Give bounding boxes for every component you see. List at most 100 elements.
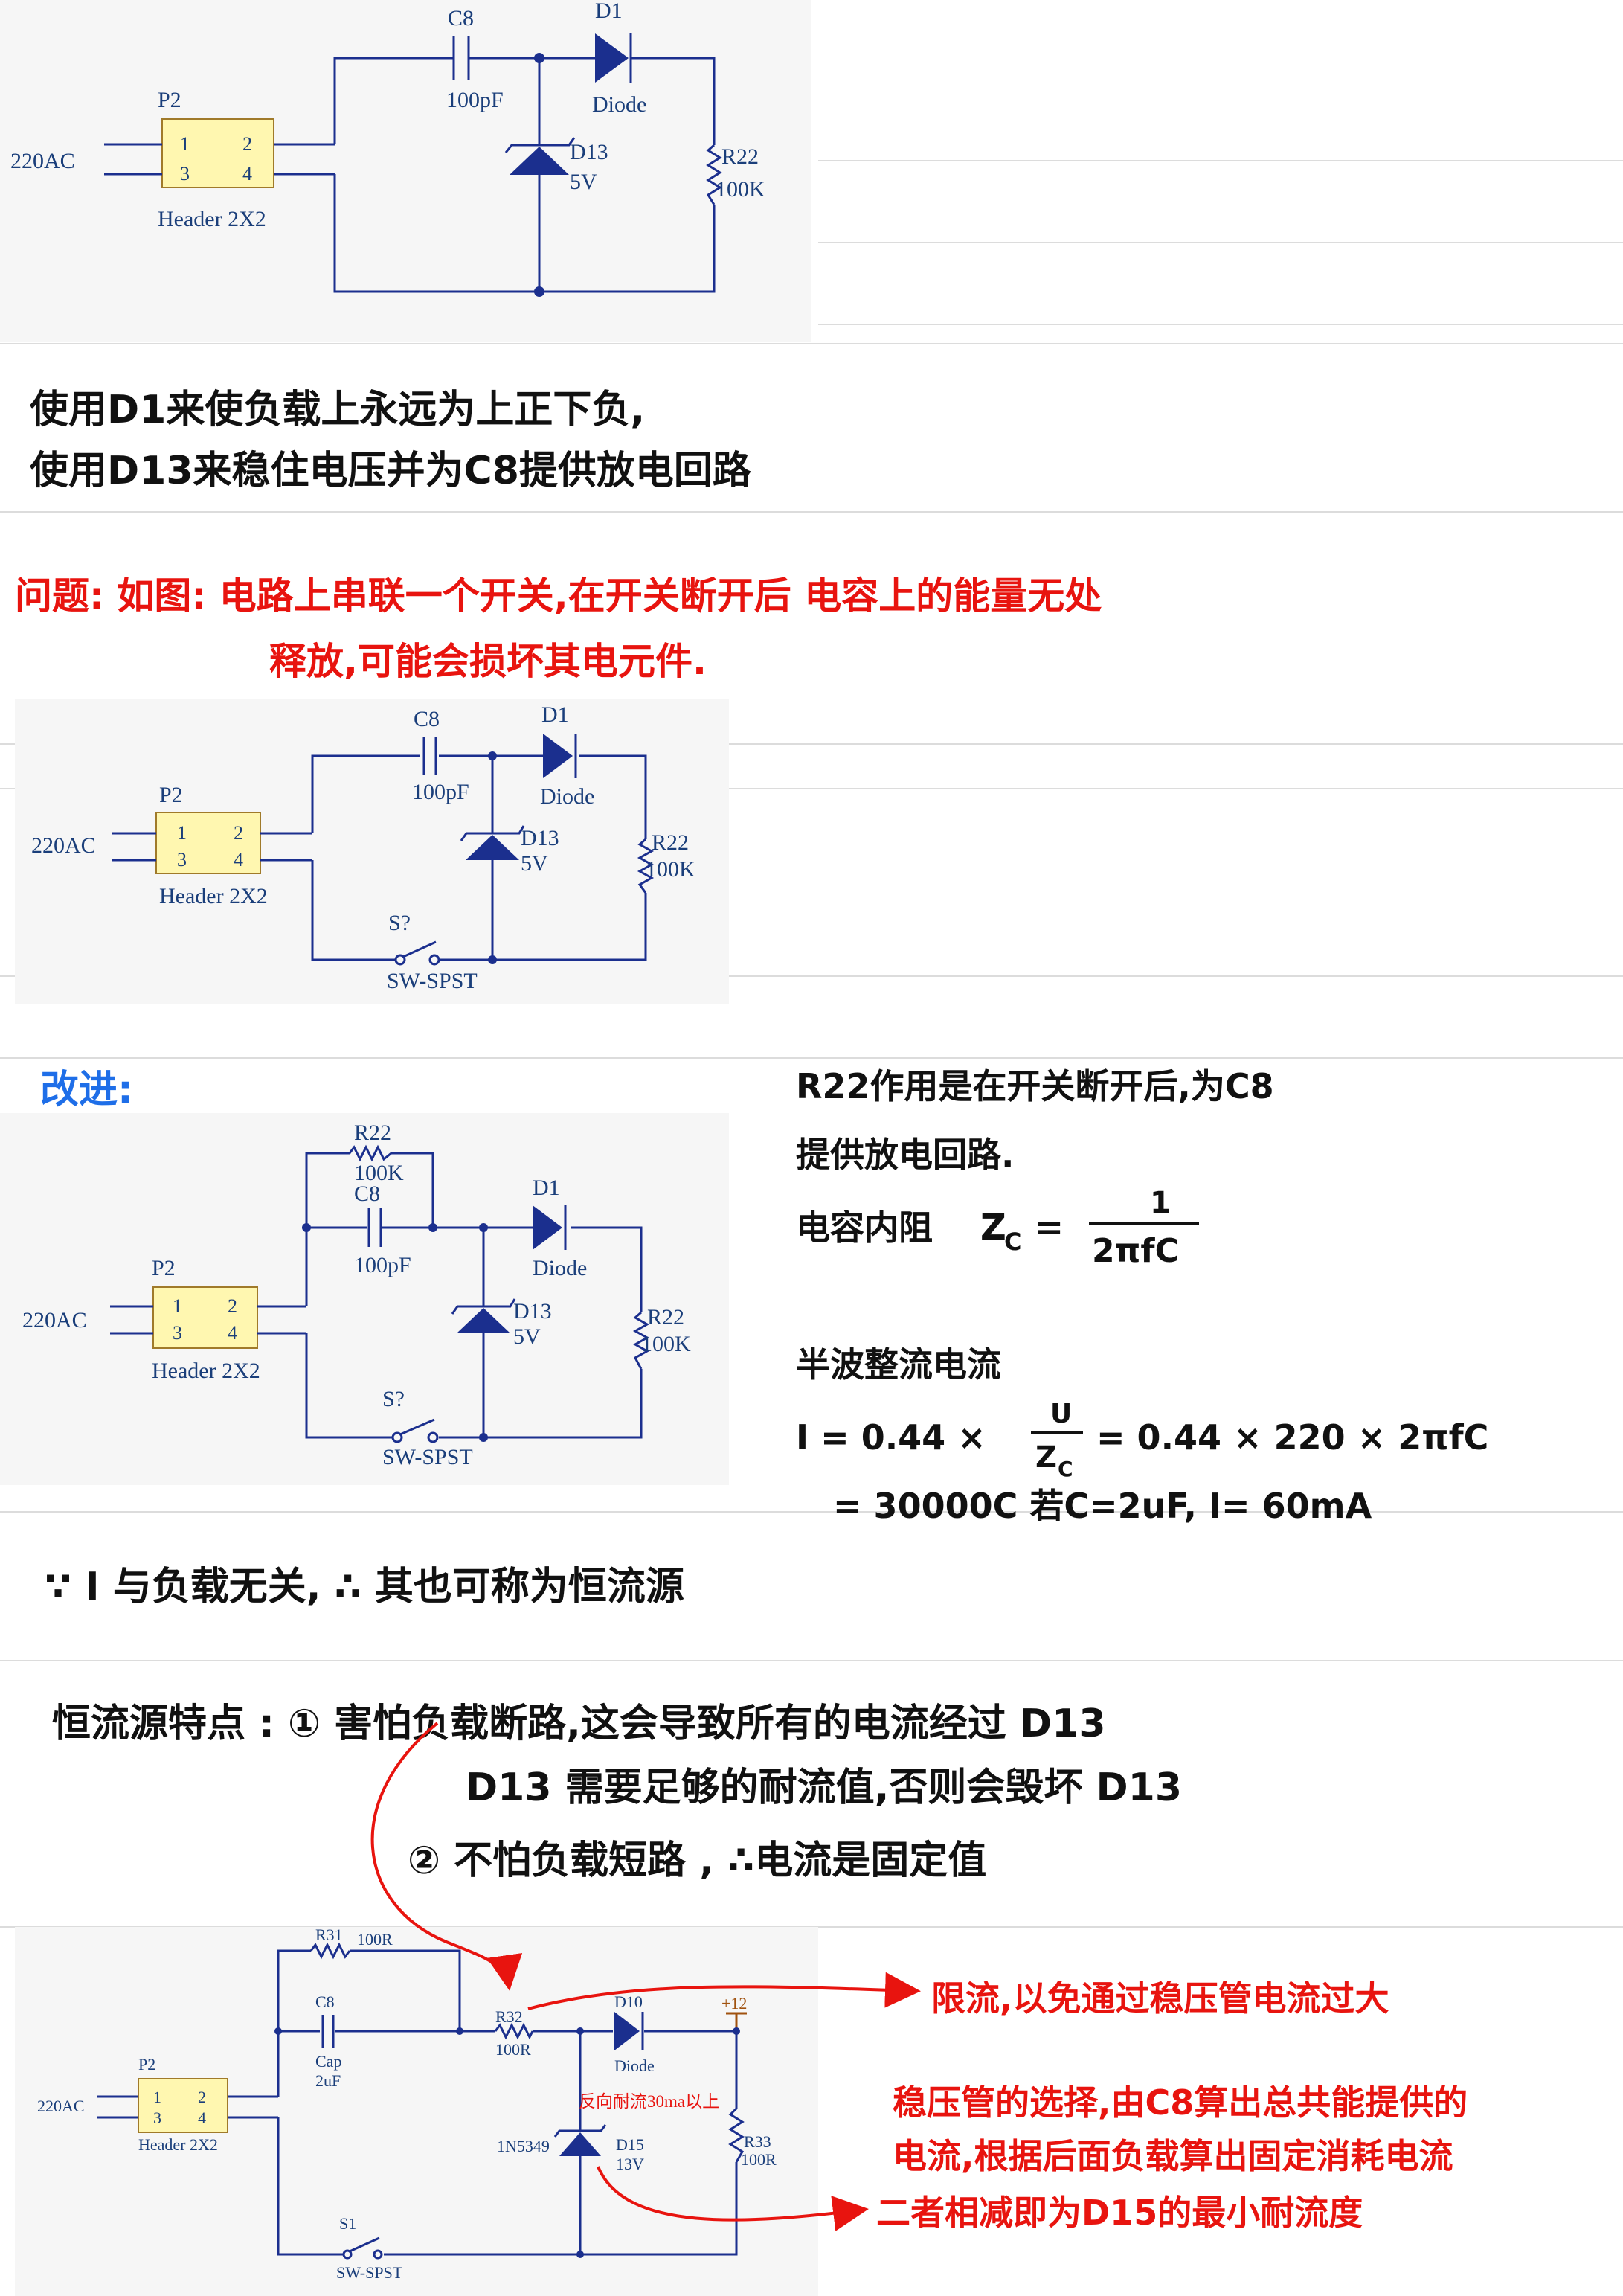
- c8-label: C8: [448, 6, 474, 31]
- note-limit-current: 限流,以免通过稳压管电流过大: [931, 1978, 1389, 2018]
- c8-label: C8: [354, 1181, 380, 1206]
- d13-value: 5V: [513, 1324, 541, 1349]
- impedance-sub: C: [1004, 1228, 1021, 1256]
- header-label: Header 2X2: [152, 1359, 260, 1383]
- r22-value: 100K: [646, 857, 695, 882]
- r22-value: 100K: [716, 177, 765, 202]
- d15-note: 反向耐流30ma以上: [579, 2092, 719, 2111]
- note-zener-select-2: 电流,根据后面负载算出固定消耗电流: [893, 2136, 1453, 2176]
- header-label: Header 2X2: [159, 884, 268, 908]
- problem-line2: 释放,可能会损坏其电元件.: [269, 640, 707, 683]
- r32-value: 100R: [495, 2040, 531, 2059]
- right-notes: R22作用是在开关断开后,为C8 提供放电回路. 电容内阻 Z C = 1 2π…: [796, 1066, 1488, 1526]
- pin-2: 2: [228, 1295, 237, 1317]
- switch-label: S?: [382, 1387, 405, 1411]
- frac-numerator: 1: [1150, 1186, 1171, 1220]
- r22-label: R22: [721, 144, 759, 169]
- r22-purpose-line1: R22作用是在开关断开后,为C8: [796, 1066, 1274, 1106]
- note3-line1: ∵ I 与负载无关, ∴ 其也可称为恒流源: [45, 1565, 684, 1609]
- frac-denominator: 2πfC: [1092, 1232, 1179, 1270]
- c8-label: C8: [414, 707, 440, 731]
- schematic-panel: [15, 1927, 818, 2296]
- switch-value: SW-SPST: [336, 2263, 403, 2282]
- eq1-den: Z: [1035, 1440, 1057, 1475]
- header-connector: [161, 118, 274, 188]
- switch-label: S1: [339, 2214, 356, 2233]
- pin-1: 1: [173, 1295, 182, 1317]
- pin-4: 4: [242, 163, 252, 185]
- r22-purpose-line2: 提供放电回路.: [796, 1135, 1014, 1175]
- pin-3: 3: [180, 163, 190, 185]
- problem-line1: 问题: 如图: 电路上串联一个开关,在开关断开后 电容上的能量无处: [15, 574, 1102, 618]
- r31-label: R31: [315, 1925, 343, 1944]
- header-connector: [138, 2078, 228, 2133]
- eq1-den-sub: C: [1058, 1457, 1073, 1481]
- halfwave-label: 半波整流电流: [796, 1344, 1001, 1385]
- c8-value: 100pF: [446, 88, 504, 112]
- rload-value: 100K: [641, 1332, 691, 1356]
- d13-label: D13: [570, 140, 608, 164]
- pin-1: 1: [180, 133, 190, 155]
- d13-value: 5V: [521, 851, 548, 876]
- ac-label: 220AC: [22, 1308, 87, 1333]
- pin-2: 2: [234, 822, 243, 844]
- bottom-notes: 限流,以免通过稳压管电流过大 稳压管的选择,由C8算出总共能提供的 电流,根据后…: [876, 1978, 1468, 2233]
- d1-label: D1: [595, 0, 623, 23]
- header-connector: [152, 1286, 258, 1349]
- p2-label: P2: [158, 88, 181, 112]
- c8-value: 100pF: [354, 1253, 411, 1277]
- vcc-label: +12: [721, 1994, 747, 2013]
- r32-label: R32: [495, 2007, 523, 2026]
- c8-value: 100pF: [412, 780, 469, 804]
- features-line2: D13 需要足够的耐流值,否则会毁坏 D13: [466, 1766, 1182, 1810]
- p2-label: P2: [138, 2055, 155, 2074]
- r33-label: R33: [744, 2132, 771, 2151]
- eq1-left: I = 0.44 ×: [796, 1417, 986, 1458]
- c8-value2: 2uF: [315, 2071, 341, 2090]
- p2-label: P2: [159, 783, 183, 807]
- pin-3: 3: [153, 2109, 161, 2127]
- d1-value: Diode: [592, 92, 646, 117]
- circuit-3: 220AC P2 1 2 3 4 Header 2X2 R22 100K C8 …: [0, 1113, 729, 1485]
- d1-label: D1: [533, 1176, 560, 1200]
- impedance-symbol: Z: [980, 1207, 1006, 1248]
- d15-part: 1N5349: [497, 2137, 550, 2155]
- ac-label: 220AC: [10, 149, 75, 173]
- features-line3: ② 不怕负载短路 , ∴电流是固定值: [408, 1838, 986, 1883]
- note-zener-select-1: 稳压管的选择,由C8算出总共能提供的: [893, 2082, 1468, 2123]
- circuit-2: 220AC P2 1 2 3 4 Header 2X2 C8 100pF D1 …: [15, 699, 729, 1004]
- pin-2: 2: [242, 133, 252, 155]
- ac-label: 220AC: [31, 833, 96, 858]
- r33-value: 100R: [741, 2150, 777, 2169]
- header-label: Header 2X2: [158, 207, 266, 231]
- pin-1: 1: [177, 822, 187, 844]
- note-page: { "colors": {"wire":"#1b2f8e","label":"#…: [0, 0, 1623, 2296]
- impedance-eq: =: [1034, 1207, 1064, 1248]
- switch-value: SW-SPST: [382, 1445, 473, 1469]
- switch-value: SW-SPST: [387, 969, 478, 993]
- pin-2: 2: [198, 2088, 206, 2106]
- pin-4: 4: [198, 2109, 206, 2127]
- circuit-4: 220AC P2 1 2 3 4 Header 2X2 R31 100R C8 …: [15, 1925, 818, 2296]
- pin-3: 3: [177, 849, 187, 870]
- d15-label: D15: [616, 2135, 644, 2154]
- features-notes: 恒流源特点 : ① 害怕负载断路,这会导致所有的电流经过 D13 D13 需要足…: [52, 1702, 1182, 1883]
- d1-value: Diode: [540, 784, 594, 809]
- improve-label: 改进:: [40, 1068, 133, 1112]
- note1-line1: 使用D1来使负载上永远为上正下负,: [29, 388, 645, 432]
- rload-label: R22: [647, 1305, 684, 1330]
- d1-value: Diode: [533, 1256, 587, 1280]
- header-label: Header 2X2: [138, 2135, 218, 2154]
- pin-4: 4: [234, 849, 243, 870]
- p2-label: P2: [152, 1256, 176, 1280]
- note-canvas: 220AC P2 1 2 3 4 Header 2X2 C8 100pF D1 …: [0, 0, 1623, 2296]
- c8-label: C8: [315, 1992, 335, 2011]
- header-connector: [155, 812, 261, 874]
- note-min-current: 二者相减即为D15的最小耐流度: [876, 2193, 1363, 2233]
- features-line1: 恒流源特点 : ① 害怕负载断路,这会导致所有的电流经过 D13: [52, 1702, 1106, 1746]
- eq1-num: U: [1050, 1399, 1072, 1429]
- eq1-right: = 0.44 × 220 × 2πfC: [1096, 1417, 1488, 1458]
- c8-value: Cap: [315, 2052, 341, 2071]
- r22-label: R22: [652, 830, 689, 855]
- pin-3: 3: [173, 1322, 182, 1344]
